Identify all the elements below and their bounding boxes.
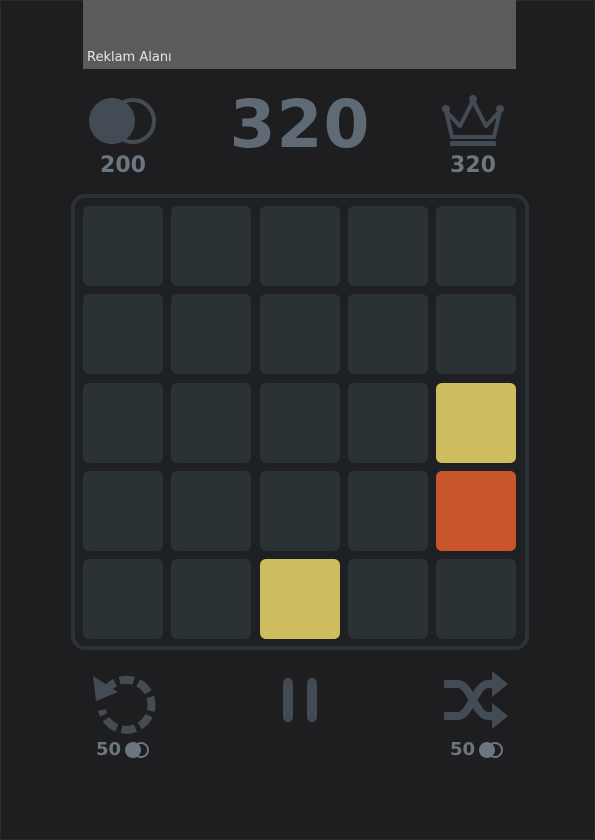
board-cell[interactable] xyxy=(259,294,340,375)
board-cell[interactable] xyxy=(436,559,516,639)
best-score: 320 xyxy=(450,153,496,178)
pause-icon[interactable] xyxy=(279,676,321,724)
coin-icon xyxy=(89,98,156,144)
board-cell[interactable] xyxy=(171,294,252,375)
board-cell[interactable] xyxy=(171,559,252,639)
board-cell[interactable] xyxy=(83,206,163,286)
ad-banner[interactable]: Reklam Alanı xyxy=(83,0,516,69)
board-cell[interactable] xyxy=(83,470,163,551)
undo-icon[interactable] xyxy=(88,668,160,734)
coin-icon xyxy=(479,741,504,758)
current-score: 320 xyxy=(229,86,371,163)
board-cell[interactable] xyxy=(347,470,428,551)
board-cell[interactable] xyxy=(259,206,340,286)
board-tile[interactable] xyxy=(436,382,516,463)
game-board[interactable] xyxy=(71,194,529,650)
coin-count: 200 xyxy=(100,153,146,178)
board-cell[interactable] xyxy=(347,559,428,639)
undo-cost-value: 50 xyxy=(96,739,122,760)
board-cell[interactable] xyxy=(259,470,340,551)
ad-label: Reklam Alanı xyxy=(87,50,172,65)
board-cell[interactable] xyxy=(171,206,252,286)
board-tile[interactable] xyxy=(259,559,340,639)
board-cell[interactable] xyxy=(171,382,252,463)
board-cell[interactable] xyxy=(259,382,340,463)
shuffle-cost-value: 50 xyxy=(450,739,476,760)
board-cell[interactable] xyxy=(83,382,163,463)
crown-icon xyxy=(442,95,504,146)
coin-icon xyxy=(125,741,150,758)
board-cell[interactable] xyxy=(347,294,428,375)
board-cell[interactable] xyxy=(171,470,252,551)
board-tile[interactable] xyxy=(436,470,516,551)
board-cell[interactable] xyxy=(436,206,516,286)
undo-cost: 50 xyxy=(96,739,150,760)
board-cell[interactable] xyxy=(347,382,428,463)
board-cell[interactable] xyxy=(347,206,428,286)
board-cell[interactable] xyxy=(83,294,163,375)
shuffle-cost: 50 xyxy=(450,739,504,760)
board-cell[interactable] xyxy=(83,559,163,639)
shuffle-icon[interactable] xyxy=(440,670,510,730)
board-cell[interactable] xyxy=(436,294,516,375)
